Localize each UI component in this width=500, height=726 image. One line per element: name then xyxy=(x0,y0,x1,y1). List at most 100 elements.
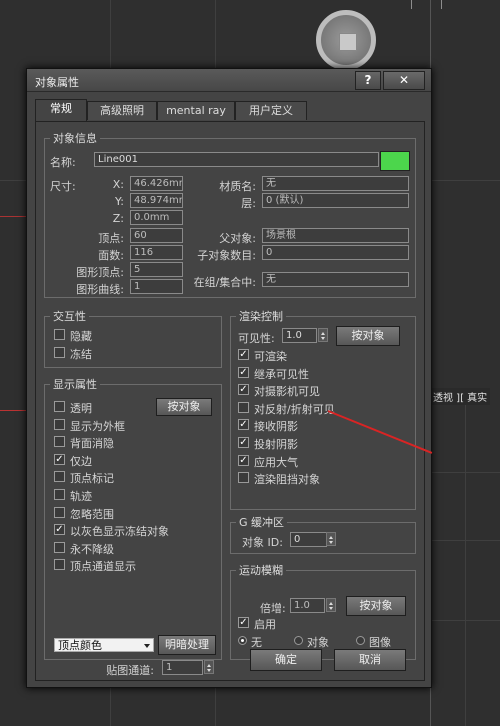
option-label: 背面消隐 xyxy=(70,437,114,451)
grid-line xyxy=(465,400,466,726)
checkbox-box[interactable] xyxy=(54,506,65,518)
option-label: 轨迹 xyxy=(70,490,92,503)
option-label: 对反射/折射可见 xyxy=(254,402,335,416)
general-tab-panel: 对象信息 名称: Line001 尺寸: X: 46.426mm Y: 48.9… xyxy=(35,121,425,681)
ok-button[interactable]: 确定 xyxy=(250,649,322,671)
freeze-label: 冻结 xyxy=(70,348,92,361)
multiplier-spinner[interactable] xyxy=(326,598,336,612)
tab-mental-ray[interactable]: mental ray xyxy=(157,101,235,120)
cancel-button[interactable]: 取消 xyxy=(334,649,406,671)
parent-label: 父对象: xyxy=(219,232,256,245)
shape-vertices-label: 图形顶点: xyxy=(76,266,124,279)
tab-general[interactable]: 常规 xyxy=(35,99,87,121)
map-channel-label: 贴图通道: xyxy=(106,664,154,677)
checkbox-box[interactable] xyxy=(54,329,65,340)
vertex-color-dropdown[interactable]: 顶点颜色 xyxy=(54,638,154,652)
radio-dot[interactable] xyxy=(294,636,303,645)
shading-button[interactable]: 明暗处理 xyxy=(158,635,216,655)
hide-label: 隐藏 xyxy=(70,330,92,343)
option-label: 忽略范围 xyxy=(70,507,114,521)
checkbox-box[interactable]: ✓ xyxy=(238,419,249,431)
checkbox-box[interactable]: ✓ xyxy=(238,454,249,466)
checkbox-box[interactable] xyxy=(54,489,65,500)
visibility-field[interactable]: 1.0 xyxy=(282,328,317,343)
option-label: 顶点标记 xyxy=(70,472,114,486)
object-info-legend: 对象信息 xyxy=(53,132,97,145)
object-properties-dialog: 对象属性 ? ✕ 常规 高级照明 mental ray 用户定义 对象信息 名称… xyxy=(26,68,432,688)
viewcube-face[interactable] xyxy=(339,33,357,51)
group-label: 在组/集合中: xyxy=(193,276,256,289)
object-id-field[interactable]: 0 xyxy=(290,532,327,547)
checkbox-box[interactable]: ✓ xyxy=(238,617,249,628)
option-label: 渲染阻挡对象 xyxy=(254,473,320,487)
object-color-swatch[interactable] xyxy=(380,151,410,171)
option-label: 永不降级 xyxy=(70,542,114,556)
checkbox-box[interactable]: ✓ xyxy=(238,384,249,396)
option-label: 对摄影机可见 xyxy=(254,385,320,399)
option-label: 应用大气 xyxy=(254,455,298,469)
checkbox-box[interactable] xyxy=(54,559,65,571)
checkbox-box[interactable]: ✓ xyxy=(238,437,249,448)
checkbox-box[interactable] xyxy=(54,436,65,448)
interactivity-legend: 交互性 xyxy=(53,310,86,323)
radio-dot[interactable] xyxy=(238,636,247,645)
radio-none-label: 无 xyxy=(251,636,262,649)
y-dimension-field: 48.974mm xyxy=(130,193,183,208)
visibility-spinner[interactable] xyxy=(318,328,328,342)
option-label: 投射阴影 xyxy=(254,438,298,451)
grid-line xyxy=(0,410,26,411)
checkbox-box[interactable] xyxy=(238,401,249,413)
radio-dot[interactable] xyxy=(356,636,365,645)
map-channel-field[interactable]: 1 xyxy=(162,660,203,675)
material-label: 材质名: xyxy=(219,180,256,193)
option-label: 接收阴影 xyxy=(254,420,298,434)
tab-user-defined[interactable]: 用户定义 xyxy=(235,101,307,120)
close-button[interactable]: ✕ xyxy=(383,71,425,90)
name-field[interactable]: Line001 xyxy=(94,152,379,167)
visibility-label: 可见性: xyxy=(238,332,275,345)
option-label: 以灰色显示冻结对象 xyxy=(70,525,169,539)
multiplier-label: 倍增: xyxy=(260,602,286,615)
checkbox-box[interactable]: ✓ xyxy=(54,453,65,465)
checkbox-box[interactable]: ✓ xyxy=(54,524,65,536)
radio-object-label: 对象 xyxy=(307,636,329,649)
checkbox-box[interactable] xyxy=(54,401,65,412)
dialog-title: 对象属性 xyxy=(35,76,79,89)
layer-field: 0 (默认) xyxy=(262,193,409,208)
radio-image-label: 图像 xyxy=(369,636,391,649)
option-label: 透明 xyxy=(70,402,92,415)
help-button[interactable]: ? xyxy=(355,71,381,90)
vertices-field: 60 xyxy=(130,228,183,243)
name-label: 名称: xyxy=(50,156,76,169)
dimensions-label: 尺寸: xyxy=(50,180,76,193)
checkbox-box[interactable] xyxy=(238,472,249,484)
multiplier-field[interactable]: 1.0 xyxy=(290,598,325,613)
object-id-label: 对象 ID: xyxy=(242,536,283,549)
faces-field: 116 xyxy=(130,245,183,260)
render-control-legend: 渲染控制 xyxy=(239,310,283,323)
option-label: 可渲染 xyxy=(254,350,287,363)
dialog-titlebar[interactable]: 对象属性 ? ✕ xyxy=(27,69,431,92)
x-label: X: xyxy=(112,178,124,191)
shape-curves-label: 图形曲线: xyxy=(76,283,124,296)
checkbox-box[interactable] xyxy=(54,471,65,483)
checkbox-box[interactable]: ✓ xyxy=(238,366,249,378)
viewcube-icon[interactable] xyxy=(316,10,376,70)
y-label: Y: xyxy=(115,195,124,208)
map-channel-spinner[interactable] xyxy=(204,660,214,674)
option-label: 显示为外框 xyxy=(70,419,125,433)
viewport-label[interactable]: 透视 ][ 真实 xyxy=(430,388,491,405)
checkbox-box[interactable] xyxy=(54,347,65,358)
checkbox-box[interactable]: ✓ xyxy=(238,349,249,360)
option-label: 顶点通道显示 xyxy=(70,560,136,574)
display-by-object-button[interactable]: 按对象 xyxy=(156,398,212,416)
object-id-spinner[interactable] xyxy=(326,532,336,546)
tab-advanced-lighting[interactable]: 高级照明 xyxy=(87,101,157,120)
motion-blur-by-object-button[interactable]: 按对象 xyxy=(346,596,406,616)
enable-label: 启用 xyxy=(254,618,276,631)
checkbox-box[interactable] xyxy=(54,418,65,430)
checkbox-box[interactable] xyxy=(54,541,65,553)
children-label: 子对象数目: xyxy=(197,249,256,262)
render-by-object-button[interactable]: 按对象 xyxy=(336,326,400,346)
shape-vertices-field: 5 xyxy=(130,262,183,277)
